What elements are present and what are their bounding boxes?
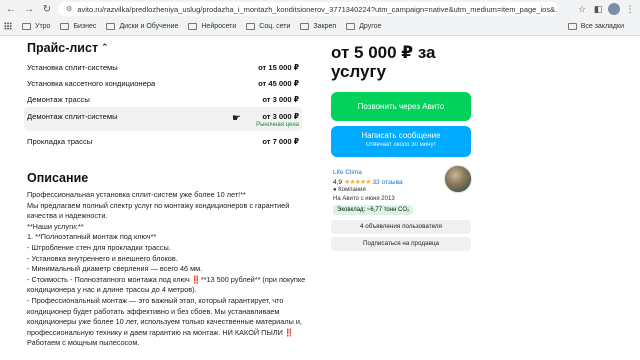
back-icon[interactable]: ←: [4, 2, 18, 16]
browser-chrome: ← → ↻ ⚙ avito.ru/razvilka/predlozheniya_…: [0, 0, 640, 36]
bookmarks-bar: Утро Бизнес Диски и Обучение Нейросети С…: [0, 18, 640, 34]
description-line: 1. **Полноэтапный монтаж под ключ**: [27, 232, 157, 242]
price-item-name: Демонтаж сплит-системы: [27, 112, 118, 121]
subscribe-label: Подписаться на продавца: [362, 240, 440, 247]
bookmark-label: Все закладки: [580, 22, 624, 30]
reload-icon[interactable]: ↻: [40, 2, 54, 16]
response-time-note: Отвечает около 30 минут: [365, 142, 437, 148]
call-button-label: Позвонить через Авито: [357, 102, 445, 111]
description-line: Профессиональная установка сплит-систем …: [27, 190, 246, 199]
price-item-value: от 7 000 ₽: [262, 137, 299, 146]
seller-name-link[interactable]: Life Clima: [333, 169, 362, 176]
description-line: **Наши услуги:**: [27, 221, 84, 231]
folder-icon: [22, 22, 31, 30]
eco-contribution-badge: Эковклад: ~6,77 тонн CO₂: [333, 205, 414, 215]
mouse-cursor-icon: ☛: [232, 113, 241, 124]
price-row-highlighted: Демонтаж сплит-системы от 3 000 ₽ Рыночн…: [24, 107, 302, 131]
description-line: Работаем с мощным пылесосом.: [27, 338, 140, 348]
seller-type-label: Компания: [338, 187, 366, 193]
description-line: - Установка внутреннего и внешнего блоко…: [27, 253, 178, 263]
bookmark-folder[interactable]: Бизнес: [60, 22, 97, 30]
folder-icon: [300, 22, 310, 30]
bookmark-label: Диски и Обучение: [119, 22, 179, 30]
description-line: - Профессиональный монтаж — это важный э…: [27, 295, 304, 337]
subscribe-button[interactable]: Подписаться на продавца: [331, 237, 471, 251]
market-price-note: Рыночная цена: [256, 122, 299, 128]
price-list-title: Прайс-лист: [27, 41, 99, 55]
description-heading: Описание: [27, 171, 89, 185]
seller-avatar[interactable]: [444, 165, 472, 193]
price-item-name: Демонтаж трассы: [27, 95, 90, 104]
apps-grid-icon[interactable]: [4, 22, 12, 30]
price-row: Прокладка трассы от 7 000 ₽: [24, 132, 302, 154]
message-button-label: Написать сообщение: [361, 131, 441, 140]
folder-icon: [106, 22, 116, 30]
folder-icon: [60, 22, 70, 30]
toolbar: ← → ↻ ⚙ avito.ru/razvilka/predlozheniya_…: [0, 2, 640, 16]
star-rating-icon: ★★★★★: [344, 179, 371, 186]
folder-icon: [346, 22, 356, 30]
bookmark-folder[interactable]: Нейросети: [188, 22, 237, 30]
folder-icon: [567, 22, 577, 30]
description-line: - Стоимость - Полноэтапного монтажа под …: [27, 274, 308, 295]
price-item-name: Прокладка трассы: [27, 137, 93, 146]
price-item-value: от 45 000 ₽: [258, 79, 299, 88]
description-line: Мы предлагаем полный спектр услуг по мон…: [27, 200, 292, 221]
menu-icon[interactable]: ⋮: [624, 3, 636, 15]
star-icon[interactable]: ☆: [576, 3, 588, 15]
seller-listings-label: 4 объявления пользователя: [360, 223, 442, 230]
seller-rating: 4,9 ★★★★★ 33 отзыва: [333, 178, 403, 187]
chevron-up-icon: ⌃: [101, 42, 109, 52]
description-line: - Штробление стен для прокладки трассы.: [27, 242, 171, 252]
folder-icon: [246, 22, 256, 30]
reviews-link[interactable]: 33 отзыва: [372, 179, 402, 186]
bookmark-label: Закреп: [313, 22, 337, 30]
price-item-value: от 3 000 ₽: [262, 112, 299, 121]
bookmark-folder[interactable]: Другое: [346, 22, 382, 30]
bookmark-label: Соц. сети: [259, 22, 291, 30]
extensions-icon[interactable]: ◧: [592, 3, 604, 15]
bookmark-folder[interactable]: Соц. сети: [246, 22, 291, 30]
all-bookmarks[interactable]: Все закладки: [567, 18, 624, 34]
bookmark-label: Утро: [35, 22, 51, 30]
profile-avatar[interactable]: [608, 3, 620, 15]
site-info-icon[interactable]: ⚙: [66, 5, 72, 13]
service-price: от 5 000 ₽ за услугу: [331, 43, 436, 81]
message-button[interactable]: Написать сообщение Отвечает около 30 мин…: [331, 126, 471, 157]
address-bar[interactable]: ⚙ avito.ru/razvilka/predlozheniya_uslug/…: [58, 2, 558, 16]
bookmark-folder[interactable]: Диски и Обучение: [106, 22, 179, 30]
url-text: avito.ru/razvilka/predlozheniya_uslug/pr…: [77, 4, 558, 14]
price-item-value: от 15 000 ₽: [258, 63, 299, 72]
bookmark-label: Другое: [359, 22, 382, 30]
price-list-heading[interactable]: Прайс-лист ⌃: [27, 41, 109, 55]
description-text: Профессиональная установка сплит-систем …: [27, 190, 317, 349]
price-item-name: Установка сплит-системы: [27, 63, 118, 72]
seller-type: ● Компания: [333, 187, 366, 193]
seller-listings-button[interactable]: 4 объявления пользователя: [331, 220, 471, 234]
bookmark-folder[interactable]: Утро: [22, 22, 51, 30]
seller-since: На Авито с июня 2013: [333, 196, 395, 202]
price-item-name: Установка кассетного кондиционера: [27, 79, 156, 88]
verified-badge-icon: ●: [333, 187, 337, 193]
bookmark-label: Бизнес: [73, 22, 97, 30]
call-button[interactable]: Позвонить через Авито: [331, 92, 471, 121]
bookmark-label: Нейросети: [201, 22, 237, 30]
description-line: - Минимальный диаметр сверления — всего …: [27, 264, 203, 274]
price-item-value: от 3 000 ₽: [262, 95, 299, 104]
folder-icon: [188, 22, 198, 30]
bookmark-folder[interactable]: Закреп: [300, 22, 337, 30]
toolbar-actions: ☆ ◧ ⋮: [576, 2, 636, 16]
forward-icon[interactable]: →: [22, 2, 36, 16]
rating-value: 4,9: [333, 178, 343, 186]
page-content: Прайс-лист ⌃ Установка сплит-системы от 1…: [0, 36, 640, 360]
